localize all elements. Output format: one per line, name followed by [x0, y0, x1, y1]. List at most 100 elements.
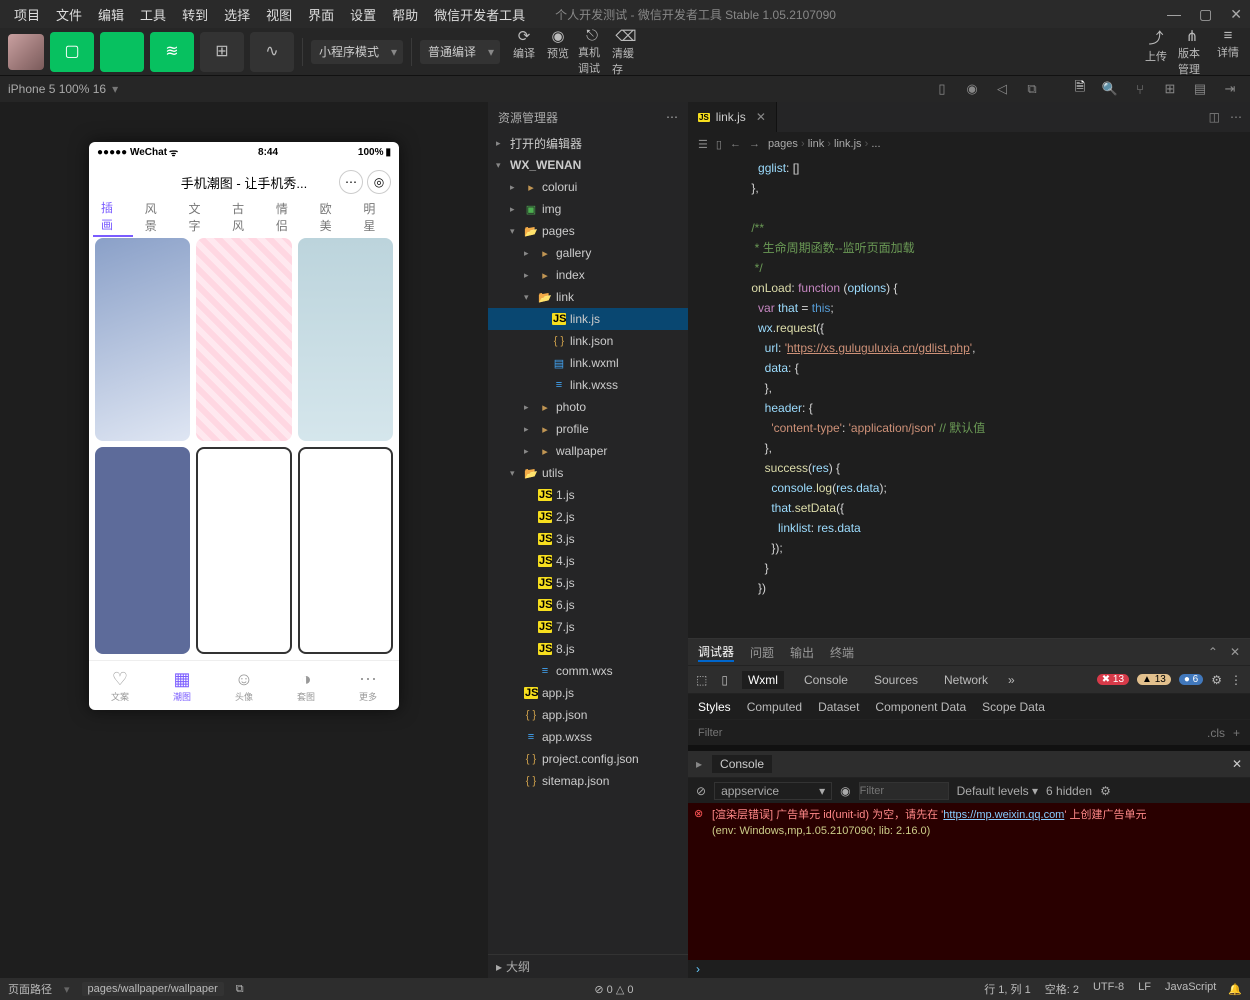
inspect-icon[interactable]: ⬚ — [696, 673, 707, 687]
menu-item[interactable]: 文件 — [50, 3, 88, 26]
cls-toggle[interactable]: .cls — [1207, 726, 1225, 740]
menu-item[interactable]: 编辑 — [92, 3, 130, 26]
maximize-icon[interactable]: ▢ — [1199, 6, 1212, 23]
category-tab[interactable]: 情侣 — [268, 198, 308, 236]
breadcrumb[interactable]: ☰ ▯ ← → pages › link › link.js › ... — [688, 132, 1250, 156]
tree-node[interactable]: ≡app.wxss — [488, 726, 688, 748]
diagnostics[interactable]: ⊘ 0 △ 0 — [594, 983, 633, 996]
editor-tab-linkjs[interactable]: JS link.js ✕ — [688, 102, 777, 132]
tree-node[interactable]: JS3.js — [488, 528, 688, 550]
phone-icon[interactable]: ▯ — [930, 81, 954, 97]
styles-subtab[interactable]: Scope Data — [982, 700, 1045, 714]
styles-subtab[interactable]: Styles — [698, 700, 731, 714]
menu-item[interactable]: 帮助 — [386, 3, 424, 26]
toolbar-action[interactable]: ⋔版本管理 — [1178, 27, 1206, 77]
status-item[interactable]: 空格: 2 — [1045, 981, 1079, 997]
menu-item[interactable]: 项目 — [8, 3, 46, 26]
error-count[interactable]: ✖ 13 — [1097, 674, 1129, 685]
add-style-icon[interactable]: + — [1233, 726, 1240, 740]
debugger-top-tab[interactable]: 输出 — [790, 644, 814, 661]
menu-item[interactable]: 设置 — [344, 3, 382, 26]
tree-node[interactable]: ▸▸photo — [488, 396, 688, 418]
mode-button[interactable] — [100, 32, 144, 72]
tree-node[interactable]: JS2.js — [488, 506, 688, 528]
record-icon[interactable]: ◉ — [960, 81, 984, 97]
status-item[interactable]: LF — [1138, 981, 1151, 997]
tool-button[interactable]: ∿ — [250, 32, 294, 72]
category-tab[interactable]: 古风 — [224, 198, 264, 236]
menu-item[interactable]: 界面 — [302, 3, 340, 26]
collapse-icon[interactable]: ⌃ — [1208, 645, 1218, 659]
styles-subtab[interactable]: Computed — [747, 700, 802, 714]
project-root[interactable]: ▾WX_WENAN — [488, 154, 688, 176]
tree-node[interactable]: ▸▣img — [488, 198, 688, 220]
menu-item[interactable]: 选择 — [218, 3, 256, 26]
context-select[interactable]: appservice▾ — [714, 782, 832, 800]
devtools-tab[interactable]: Sources — [868, 671, 924, 689]
tool-button[interactable]: ⊞ — [200, 32, 244, 72]
menu-item[interactable]: 视图 — [260, 3, 298, 26]
styles-subtab[interactable]: Dataset — [818, 700, 859, 714]
category-tab[interactable]: 风景 — [137, 198, 177, 236]
more-tabs-icon[interactable]: » — [1008, 673, 1015, 687]
styles-subtab[interactable]: Component Data — [875, 700, 966, 714]
avatar[interactable] — [8, 34, 44, 70]
route-path[interactable]: pages/wallpaper/wallpaper — [82, 982, 224, 996]
console-prompt[interactable]: › — [688, 960, 1250, 978]
tabbar-item[interactable]: ☺头像 — [213, 661, 275, 710]
mute-icon[interactable]: ◁ — [990, 81, 1014, 97]
status-item[interactable]: UTF-8 — [1093, 981, 1124, 997]
levels-select[interactable]: Default levels ▾ — [957, 784, 1038, 798]
grid-item[interactable] — [196, 447, 291, 654]
compile-action[interactable]: ⎋真机调试 — [578, 27, 606, 77]
crumb[interactable]: pages — [768, 138, 798, 150]
tree-node[interactable]: ▾📂link — [488, 286, 688, 308]
devtools-tab[interactable]: Network — [938, 671, 994, 689]
close-icon[interactable]: ✕ — [1230, 6, 1242, 23]
menu-item[interactable]: 转到 — [176, 3, 214, 26]
grid-item[interactable] — [298, 238, 393, 441]
ext2-icon[interactable]: ⇥ — [1218, 81, 1242, 97]
device-icon[interactable]: ▯ — [721, 673, 728, 687]
tree-node[interactable]: { }project.config.json — [488, 748, 688, 770]
status-item[interactable]: 行 1, 列 1 — [984, 981, 1030, 997]
crumb[interactable]: link.js — [834, 138, 862, 150]
menu-item[interactable]: 微信开发者工具 — [428, 3, 531, 26]
split-icon[interactable]: ⧉ — [1020, 81, 1044, 97]
device-label[interactable]: iPhone 5 100% 16 — [8, 82, 106, 96]
styles-filter-input[interactable] — [698, 727, 1199, 739]
branch-icon[interactable]: ⑂ — [1128, 82, 1152, 97]
console-filter-input[interactable] — [859, 782, 949, 800]
compile-type-select[interactable]: 普通编译 — [420, 40, 500, 64]
tree-node[interactable]: { }sitemap.json — [488, 770, 688, 792]
grid-item[interactable] — [95, 447, 190, 654]
list-icon[interactable]: ☰ — [698, 138, 708, 151]
category-tab[interactable]: 文字 — [180, 198, 220, 236]
crumb[interactable]: ... — [871, 138, 880, 150]
capsule-menu-icon[interactable]: ⋯ — [339, 170, 363, 194]
tree-node[interactable]: JS5.js — [488, 572, 688, 594]
tree-node[interactable]: { }app.json — [488, 704, 688, 726]
tree-node[interactable]: ▸▸gallery — [488, 242, 688, 264]
toolbar-action[interactable]: ⤴上传 — [1142, 27, 1170, 77]
settings-icon[interactable]: ⚙ — [1100, 784, 1111, 798]
category-tab[interactable]: 插画 — [93, 197, 133, 237]
devtools-tab[interactable]: Wxml — [742, 671, 784, 689]
menu-item[interactable]: 工具 — [134, 3, 172, 26]
split-editor-icon[interactable]: ◫ — [1209, 110, 1220, 124]
tree-node[interactable]: JSlink.js — [488, 308, 688, 330]
tree-node[interactable]: JS6.js — [488, 594, 688, 616]
tabbar-item[interactable]: ◑套图 — [275, 661, 337, 710]
status-item[interactable]: JavaScript — [1165, 981, 1216, 997]
devtools-tab[interactable]: Console — [798, 671, 854, 689]
tree-node[interactable]: ▾📂utils — [488, 462, 688, 484]
warn-count[interactable]: ▲ 13 — [1137, 674, 1171, 685]
compile-action[interactable]: ⌫清缓存 — [612, 27, 640, 77]
info-count[interactable]: ● 6 — [1179, 674, 1203, 685]
console-close-icon[interactable]: ✕ — [1232, 757, 1242, 771]
debugger-top-tab[interactable]: 终端 — [830, 644, 854, 661]
mode-button[interactable]: ▢ — [50, 32, 94, 72]
tree-node[interactable]: ≡comm.wxs — [488, 660, 688, 682]
tree-node[interactable]: JS7.js — [488, 616, 688, 638]
tree-node[interactable]: ▸▸wallpaper — [488, 440, 688, 462]
